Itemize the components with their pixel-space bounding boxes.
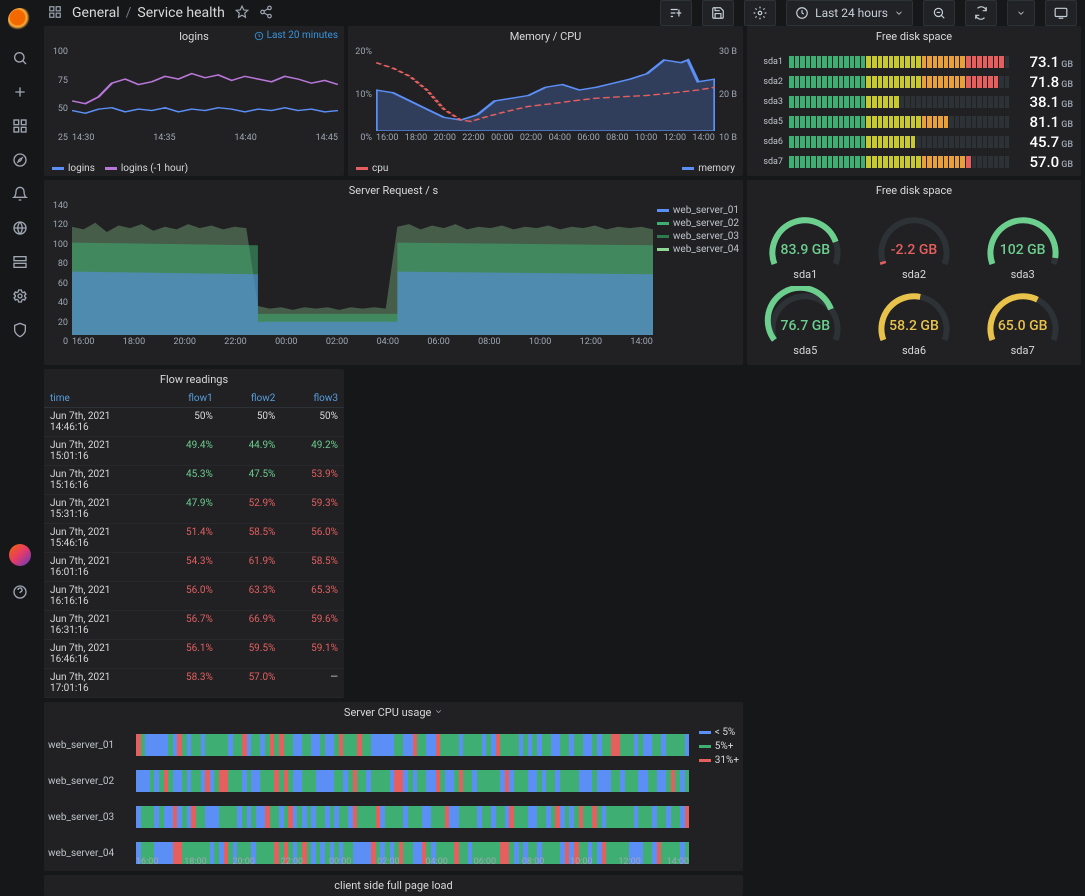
panel-title-text: Memory / CPU <box>510 30 582 43</box>
table-row[interactable]: Jun 7th, 2021 16:31:1656.7%66.9%59.6% <box>44 611 344 640</box>
panel-title-text: Free disk space <box>876 30 952 43</box>
dashboards-icon[interactable] <box>12 118 28 134</box>
panel-title-text: client side full page load <box>334 879 452 892</box>
table-row[interactable]: Jun 7th, 2021 16:46:1656.1%59.5%59.1% <box>44 640 344 669</box>
tv-mode-button[interactable] <box>1045 0 1077 26</box>
help-icon[interactable] <box>12 584 28 600</box>
timerange-picker[interactable]: Last 24 hours <box>786 0 913 26</box>
refresh-button[interactable] <box>965 0 997 26</box>
alerting-icon[interactable] <box>12 186 28 202</box>
panel-memory-cpu[interactable]: Memory / CPU 20%10%0% 30 B20 B10 B 16:00… <box>348 26 743 176</box>
shield-icon[interactable] <box>12 322 28 338</box>
disk-bar-row: sda645.7GB <box>755 133 1073 151</box>
panel-title-text: Server CPU usage <box>344 706 431 719</box>
panel-time-note: Last 20 minutes <box>254 30 338 41</box>
breadcrumb-page[interactable]: Service health <box>137 5 224 21</box>
table-row[interactable]: Jun 7th, 2021 17:01:1658.3%57.0%— <box>44 669 344 698</box>
panel-server-requests[interactable]: Server Request / s 140120100806040200 we… <box>44 180 743 365</box>
panel-disk-gauges[interactable]: Free disk space 83.9 GBsda1-2.2 GBsda210… <box>747 180 1081 365</box>
save-button[interactable] <box>702 0 734 26</box>
disk-bar-row: sda173.1GB <box>755 53 1073 71</box>
panel-title-text: Flow readings <box>160 373 228 386</box>
table-row[interactable]: Jun 7th, 2021 15:01:1649.4%44.9%49.2% <box>44 437 344 466</box>
globe-icon[interactable] <box>12 220 28 236</box>
refresh-interval-button[interactable] <box>1007 0 1035 26</box>
gauge: -2.2 GBsda2 <box>860 207 969 283</box>
gauge: 76.7 GBsda5 <box>751 283 860 359</box>
table-row[interactable]: Jun 7th, 2021 16:16:1656.0%63.3%65.3% <box>44 582 344 611</box>
table-row[interactable]: Jun 7th, 2021 15:31:1647.9%52.9%59.3% <box>44 495 344 524</box>
disk-bar-row: sda581.1GB <box>755 113 1073 131</box>
settings-button[interactable] <box>744 0 776 26</box>
zoom-out-button[interactable] <box>923 0 955 26</box>
cpu-row: web_server_02 <box>48 763 695 799</box>
user-avatar[interactable] <box>9 544 31 566</box>
gear-icon[interactable] <box>12 288 28 304</box>
panel-grid-icon[interactable] <box>48 5 62 22</box>
breadcrumb[interactable]: General / Service health <box>72 5 225 21</box>
panel-cpu-usage[interactable]: Server CPU usage < 5%5%+31%+ web_server_… <box>44 702 743 871</box>
share-icon[interactable] <box>259 5 273 22</box>
table-row[interactable]: Jun 7th, 2021 14:46:1650%50%50% <box>44 408 344 437</box>
server-icon[interactable] <box>12 254 28 270</box>
table-row[interactable]: Jun 7th, 2021 15:46:1651.4%58.5%56.0% <box>44 524 344 553</box>
grafana-logo-icon[interactable] <box>8 8 32 32</box>
table-row[interactable]: Jun 7th, 2021 15:16:1645.3%47.5%53.9% <box>44 466 344 495</box>
breadcrumb-root[interactable]: General <box>72 5 120 21</box>
chevron-down-icon <box>894 8 904 18</box>
cpu-row: web_server_03 <box>48 799 695 835</box>
panel-title-text: logins <box>179 30 209 43</box>
add-panel-button[interactable] <box>660 0 692 26</box>
disk-bar-row: sda271.8GB <box>755 73 1073 91</box>
gauge: 83.9 GBsda1 <box>751 207 860 283</box>
panel-page-load[interactable]: client side full page load 8 s <box>44 875 743 896</box>
disk-bar-row: sda757.0GB <box>755 153 1073 171</box>
explore-icon[interactable] <box>12 152 28 168</box>
panel-logins[interactable]: logins Last 20 minutes 100755025 14:3014… <box>44 26 344 176</box>
chevron-down-icon[interactable] <box>434 707 443 716</box>
panel-disk-bars[interactable]: Free disk space sda173.1GB sda271.8GB sda3… <box>747 26 1081 176</box>
topbar: General / Service health Last 24 hours <box>40 0 1085 26</box>
star-icon[interactable] <box>235 5 249 22</box>
panel-title-text: Free disk space <box>876 184 952 197</box>
gauge: 65.0 GBsda7 <box>968 283 1077 359</box>
timerange-label: Last 24 hours <box>815 6 888 20</box>
cpu-row: web_server_01 <box>48 727 695 763</box>
gauge: 58.2 GBsda6 <box>860 283 969 359</box>
nav-sidebar <box>0 0 40 610</box>
panel-flow-readings[interactable]: Flow readings timeflow1flow2flow3Jun 7th… <box>44 369 344 698</box>
panel-title-text: Server Request / s <box>349 184 438 197</box>
breadcrumb-sep: / <box>126 5 132 21</box>
search-icon[interactable] <box>12 50 28 66</box>
disk-bar-row: sda338.1GB <box>755 93 1073 111</box>
gauge: 102 GBsda3 <box>968 207 1077 283</box>
plus-icon[interactable] <box>12 84 28 100</box>
table-row[interactable]: Jun 7th, 2021 16:01:1654.3%61.9%58.5% <box>44 553 344 582</box>
